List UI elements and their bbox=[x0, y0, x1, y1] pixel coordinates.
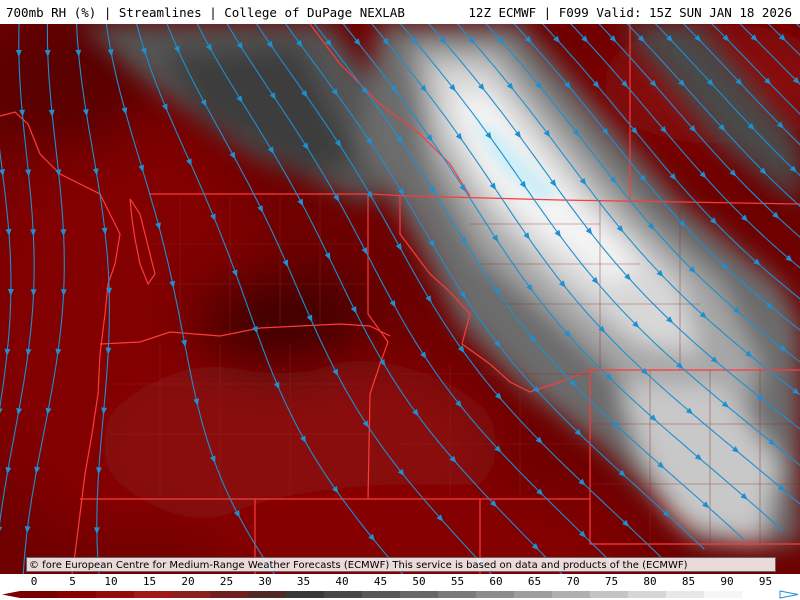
legend-tick-40: 40 bbox=[335, 575, 349, 588]
legend-swatch bbox=[742, 591, 781, 598]
legend-swatch bbox=[20, 591, 59, 598]
legend-tick-30: 30 bbox=[258, 575, 272, 588]
legend-swatch bbox=[590, 591, 629, 598]
legend-swatch bbox=[552, 591, 591, 598]
legend-tick-35: 35 bbox=[296, 575, 311, 588]
title-bar: 700mb RH (%) | Streamlines | College of … bbox=[0, 0, 800, 24]
legend-tick-85: 85 bbox=[681, 575, 696, 588]
legend-tick-45: 45 bbox=[373, 575, 388, 588]
valid-time-label: 12Z ECMWF | F099 Valid: 15Z SUN JAN 18 2… bbox=[468, 4, 792, 20]
legend-tick-95: 95 bbox=[758, 575, 773, 588]
legend-tick-90: 90 bbox=[720, 575, 734, 588]
legend-tick-20: 20 bbox=[181, 575, 195, 588]
legend-swatch bbox=[248, 591, 287, 598]
ecmwf-credit: © fore European Centre for Medium-Range … bbox=[26, 557, 776, 572]
legend-swatch bbox=[438, 591, 477, 598]
legend-tick-75: 75 bbox=[604, 575, 619, 588]
legend-swatch bbox=[96, 591, 135, 598]
legend-swatch bbox=[172, 591, 211, 598]
legend-swatch bbox=[628, 591, 667, 598]
legend-tick-80: 80 bbox=[643, 575, 657, 588]
legend-arrow-right bbox=[779, 590, 799, 599]
legend-tick-55: 55 bbox=[450, 575, 465, 588]
legend-swatch bbox=[704, 591, 743, 598]
rh-streamline-map bbox=[0, 24, 800, 574]
legend-color-bar bbox=[2, 590, 799, 599]
legend-arrow-left bbox=[2, 591, 20, 598]
legend-tick-70: 70 bbox=[566, 575, 580, 588]
legend-tick-65: 65 bbox=[527, 575, 542, 588]
legend-tick-50: 50 bbox=[412, 575, 426, 588]
legend-tick-15: 15 bbox=[142, 575, 157, 588]
legend-swatch bbox=[476, 591, 515, 598]
legend-swatch bbox=[666, 591, 705, 598]
rh-color-legend: 0 5 10 15 20 25 30 35 40 45 50 55 60 65 70 75 80 85 90 95 bbox=[0, 574, 800, 600]
legend-swatch bbox=[286, 591, 325, 598]
legend-swatch bbox=[362, 591, 401, 598]
legend-swatch bbox=[514, 591, 553, 598]
legend-swatch bbox=[58, 591, 97, 598]
legend-swatch bbox=[324, 591, 363, 598]
legend-swatch bbox=[400, 591, 439, 598]
legend-tick-25: 25 bbox=[219, 575, 234, 588]
weather-map-app: 700mb RH (%) | Streamlines | College of … bbox=[0, 0, 800, 600]
legend-tick-5: 5 bbox=[69, 575, 76, 588]
legend-tick-60: 60 bbox=[489, 575, 503, 588]
legend-swatch bbox=[210, 591, 249, 598]
legend-tick-10: 10 bbox=[104, 575, 118, 588]
legend-ticks: 0 5 10 15 20 25 30 35 40 45 50 55 60 65 70 75 80 85 90 95 bbox=[0, 574, 800, 588]
legend-tick-0: 0 bbox=[30, 575, 38, 588]
map-title: 700mb RH (%) | Streamlines | College of … bbox=[6, 4, 405, 20]
legend-swatch bbox=[134, 591, 173, 598]
